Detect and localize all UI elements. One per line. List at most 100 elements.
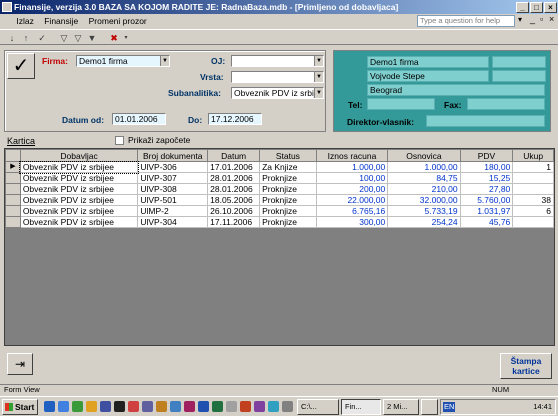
- table-row[interactable]: ▶ Obveznik PDV iz srbijee UlVP-306 17.01.20…: [5, 160, 554, 174]
- table-cell[interactable]: 17.01.2006: [207, 161, 261, 173]
- row-selector[interactable]: [5, 194, 21, 206]
- toolbar-options-icon[interactable]: ▾: [120, 32, 132, 44]
- chevron-down-icon[interactable]: ▼: [314, 56, 323, 66]
- quicklaunch-icon[interactable]: [72, 401, 83, 412]
- table-cell[interactable]: UlVP-501: [137, 194, 209, 206]
- table-cell[interactable]: [512, 172, 554, 184]
- datum-do-input[interactable]: 17.12.2006: [208, 113, 262, 125]
- filter-by-form-icon[interactable]: ▽: [72, 32, 84, 44]
- chevron-down-icon[interactable]: ▼: [314, 72, 323, 82]
- quicklaunch-icon[interactable]: [254, 401, 265, 412]
- column-header[interactable]: Osnovica: [387, 149, 461, 162]
- language-indicator[interactable]: EN: [443, 402, 456, 412]
- table-cell[interactable]: Proknjize: [259, 205, 317, 217]
- subanalitika-combobox[interactable]: Obveznik PDV iz srbije ▼: [231, 87, 324, 99]
- table-cell[interactable]: Proknjize: [259, 183, 317, 195]
- menu-izlaz[interactable]: Izlaz: [12, 14, 37, 28]
- table-cell[interactable]: 1: [512, 161, 554, 173]
- table-row[interactable]: Obveznik PDV iz srbijee UlMP-2 26.10.2006 P…: [5, 205, 554, 217]
- quicklaunch-icon[interactable]: [240, 401, 251, 412]
- desktop-icon[interactable]: [58, 401, 69, 412]
- table-cell[interactable]: 210,00: [387, 183, 461, 195]
- table-cell[interactable]: Proknjize: [259, 194, 317, 206]
- table-cell[interactable]: Proknjize: [259, 216, 317, 228]
- prikazi-zapocete-checkbox[interactable]: [115, 136, 124, 145]
- row-selector[interactable]: [5, 183, 21, 195]
- table-cell[interactable]: 17.11.2006: [207, 216, 261, 228]
- table-cell[interactable]: 1.000,00: [387, 161, 461, 173]
- table-cell[interactable]: [512, 183, 554, 195]
- table-cell[interactable]: 28.01.2006: [207, 183, 261, 195]
- row-selector[interactable]: ▶: [5, 161, 21, 173]
- table-cell[interactable]: 38: [512, 194, 554, 206]
- table-cell[interactable]: 100,00: [315, 172, 389, 184]
- folder-icon[interactable]: [86, 401, 97, 412]
- datum-od-input[interactable]: 01.01.2006: [112, 113, 166, 125]
- column-header[interactable]: Dobavljac: [19, 149, 139, 162]
- table-cell[interactable]: 45,76: [459, 216, 514, 228]
- table-row[interactable]: Obveznik PDV iz srbijee UlVP-304 17.11.200…: [5, 216, 554, 228]
- table-row[interactable]: Obveznik PDV iz srbijee UlVP-501 18.05.200…: [5, 194, 554, 206]
- column-header[interactable]: PDV: [459, 149, 514, 162]
- sort-ascending-icon[interactable]: ↓: [6, 32, 18, 44]
- row-selector[interactable]: [5, 172, 21, 184]
- quicklaunch-icon[interactable]: [226, 401, 237, 412]
- table-cell[interactable]: 300,00: [315, 216, 389, 228]
- delete-record-icon[interactable]: ✖: [108, 32, 120, 44]
- table-cell[interactable]: 32.000,00: [387, 194, 461, 206]
- column-header[interactable]: Status: [259, 149, 317, 162]
- start-button[interactable]: Start: [2, 399, 38, 415]
- confirm-check-button[interactable]: ✓: [7, 53, 35, 79]
- table-cell[interactable]: 200,00: [315, 183, 389, 195]
- task-access[interactable]: 2 Mi...: [383, 399, 419, 415]
- ie-icon[interactable]: [44, 401, 55, 412]
- doc-minimize-icon[interactable]: _: [530, 14, 535, 24]
- table-cell[interactable]: 28.01.2006: [207, 172, 261, 184]
- table-cell[interactable]: 84,75: [387, 172, 461, 184]
- table-cell[interactable]: 5.733,19: [387, 205, 461, 217]
- row-selector[interactable]: [5, 205, 21, 217]
- quicklaunch-icon[interactable]: [170, 401, 181, 412]
- task-explorer[interactable]: C:\...: [297, 399, 339, 415]
- table-row[interactable]: Obveznik PDV iz srbijee UlVP-308 28.01.200…: [5, 183, 554, 195]
- table-cell[interactable]: Obveznik PDV iz srbijee: [19, 183, 139, 195]
- oj-combobox[interactable]: ▼: [231, 55, 324, 67]
- table-cell[interactable]: 22.000,00: [315, 194, 389, 206]
- task-other[interactable]: [421, 399, 438, 415]
- exit-button[interactable]: ⇥: [7, 353, 33, 375]
- column-header[interactable]: Ukup: [512, 149, 554, 162]
- table-cell[interactable]: 18.05.2006: [207, 194, 261, 206]
- sort-descending-icon[interactable]: ↑: [20, 32, 32, 44]
- minimize-button[interactable]: _: [516, 2, 529, 13]
- table-cell[interactable]: Obveznik PDV iz srbijee: [19, 205, 139, 217]
- task-finansije[interactable]: Fin...: [341, 399, 381, 415]
- table-cell[interactable]: 15,25: [459, 172, 514, 184]
- chevron-down-icon[interactable]: ▼: [314, 88, 323, 98]
- quicklaunch-icon[interactable]: [100, 401, 111, 412]
- filter-by-selection-icon[interactable]: ▽: [58, 32, 70, 44]
- table-cell[interactable]: Proknjize: [259, 172, 317, 184]
- maximize-button[interactable]: □: [530, 2, 543, 13]
- table-cell[interactable]: Obveznik PDV iz srbijee: [19, 216, 139, 228]
- table-cell[interactable]: 6.765,16: [315, 205, 389, 217]
- help-search-input[interactable]: Type a question for help: [417, 15, 515, 27]
- menu-finansije[interactable]: Finansije: [40, 14, 82, 28]
- table-cell[interactable]: UlVP-304: [137, 216, 209, 228]
- quicklaunch-icon[interactable]: [142, 401, 153, 412]
- table-cell[interactable]: 180,00: [459, 161, 514, 173]
- table-cell[interactable]: UlVP-307: [137, 172, 209, 184]
- spelling-icon[interactable]: ✓: [36, 32, 48, 44]
- cmd-icon[interactable]: [114, 401, 125, 412]
- table-cell[interactable]: Obveznik PDV iz srbijee: [19, 160, 139, 174]
- column-header[interactable]: Iznos racuna: [315, 149, 389, 162]
- column-header[interactable]: Broj dokumenta: [137, 149, 209, 162]
- quicklaunch-icon[interactable]: [156, 401, 167, 412]
- table-cell[interactable]: 1.031,97: [459, 205, 514, 217]
- excel-icon[interactable]: [212, 401, 223, 412]
- table-cell[interactable]: 27,80: [459, 183, 514, 195]
- close-button[interactable]: ×: [544, 2, 557, 13]
- menu-promeni-prozor[interactable]: Promeni prozor: [85, 14, 151, 28]
- table-row[interactable]: Obveznik PDV iz srbijee UlVP-307 28.01.200…: [5, 172, 554, 184]
- table-cell[interactable]: Obveznik PDV iz srbijee: [19, 172, 139, 184]
- table-cell[interactable]: 6: [512, 205, 554, 217]
